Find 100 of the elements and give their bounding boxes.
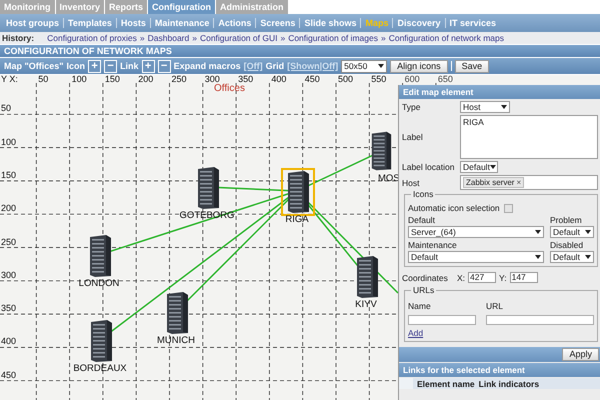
history-label: History: bbox=[2, 33, 34, 43]
grid-size-select[interactable]: 50x50 bbox=[341, 60, 388, 72]
node-label: KIYV bbox=[354, 299, 378, 310]
axis-tick: 400 bbox=[1, 337, 16, 346]
axis-tick: 500 bbox=[338, 75, 354, 84]
add-link[interactable]: Add bbox=[408, 328, 424, 338]
field-label: Disabled bbox=[550, 240, 584, 250]
label-text-area[interactable]: RIGA bbox=[460, 115, 598, 159]
axis-tick: 350 bbox=[238, 75, 254, 84]
axis-tick: 350 bbox=[1, 304, 16, 314]
map-title: Offices bbox=[214, 83, 245, 94]
caret-icon bbox=[585, 255, 591, 259]
axis-tick: 300 bbox=[1, 270, 16, 280]
breadcrumb-separator: » bbox=[140, 33, 145, 43]
icon-dropdown[interactable]: Default bbox=[550, 226, 594, 238]
fieldset-legend: URLs bbox=[411, 285, 436, 295]
caret-icon bbox=[585, 230, 591, 234]
x-coordinate-field[interactable]: 427 bbox=[468, 272, 496, 283]
axis-tick: 100 bbox=[1, 138, 16, 147]
remove-icon[interactable]: × bbox=[516, 178, 522, 187]
url-field[interactable] bbox=[486, 315, 594, 325]
column-header: Element name bbox=[417, 378, 475, 388]
caret-icon bbox=[535, 230, 541, 234]
field-label: Coordinates bbox=[402, 272, 449, 282]
axis-tick: 450 bbox=[1, 370, 16, 380]
add-button[interactable]: + bbox=[142, 60, 155, 72]
axis-tick: 250 bbox=[172, 75, 187, 84]
align-icons-button[interactable]: Align icons bbox=[390, 60, 448, 72]
server-icon[interactable] bbox=[165, 292, 189, 334]
caret-icon bbox=[501, 105, 507, 109]
axis-tick: 650 bbox=[438, 75, 453, 84]
field-label: Host bbox=[402, 178, 420, 188]
toolbar-label: Expand macros bbox=[174, 61, 241, 71]
icon-dropdown[interactable]: Default bbox=[550, 251, 594, 263]
breadcrumb-link[interactable]: Configuration of GUI bbox=[200, 33, 278, 43]
toolbar-label: Link bbox=[120, 61, 139, 71]
axis-tick: 100 bbox=[72, 75, 87, 84]
breadcrumb-separator: » bbox=[192, 33, 197, 43]
server-icon[interactable] bbox=[89, 320, 113, 362]
section-title: Links for the selected element bbox=[399, 363, 600, 377]
field-label: Label bbox=[402, 132, 424, 142]
axis-tick: 600 bbox=[404, 75, 420, 84]
toolbar-label: Icon bbox=[66, 61, 86, 71]
axis-tick: 400 bbox=[271, 75, 286, 84]
node-label: LONDON bbox=[78, 278, 120, 289]
breadcrumb-link[interactable]: Configuration of network maps bbox=[388, 33, 504, 43]
toolbar-label: Grid bbox=[266, 61, 284, 71]
server-icon[interactable] bbox=[196, 167, 220, 209]
type-dropdown[interactable]: Host bbox=[460, 101, 510, 113]
field-label: X: bbox=[457, 272, 466, 282]
server-icon[interactable] bbox=[370, 130, 392, 172]
server-icon[interactable] bbox=[355, 256, 379, 298]
host-field[interactable]: Zabbix server × bbox=[460, 175, 598, 190]
automatic-icon-checkbox[interactable] bbox=[504, 204, 513, 212]
field-label: Y: bbox=[499, 272, 507, 282]
caret-icon bbox=[378, 64, 384, 68]
node-label: MUNICH bbox=[156, 335, 196, 346]
page-title: CONFIGURATION OF NETWORK MAPS bbox=[0, 45, 600, 57]
fieldset-legend: Icons bbox=[411, 189, 436, 199]
field-label: Type bbox=[402, 102, 422, 112]
column-header: Name bbox=[408, 301, 432, 311]
label-location-dropdown[interactable]: Default bbox=[460, 161, 498, 173]
save-button[interactable]: Save bbox=[454, 60, 490, 72]
caret-icon bbox=[535, 255, 541, 259]
host-tag: Zabbix server × bbox=[463, 177, 524, 188]
axis-tick: 450 bbox=[304, 75, 320, 84]
apply-button[interactable]: Apply bbox=[562, 348, 599, 361]
breadcrumb-link[interactable]: Dashboard bbox=[148, 33, 190, 43]
y-coordinate-field[interactable]: 147 bbox=[510, 272, 538, 283]
icon-dropdown[interactable]: Server_(64) bbox=[408, 226, 544, 238]
axis-tick: 150 bbox=[1, 170, 16, 180]
axis-tick: 50 bbox=[1, 104, 12, 114]
server-icon[interactable] bbox=[88, 235, 112, 277]
breadcrumb-separator: » bbox=[380, 33, 386, 43]
node-label: BORDEAUX bbox=[72, 363, 128, 374]
field-label: Label location bbox=[402, 162, 456, 172]
axis-label: Y X: bbox=[1, 75, 18, 84]
map-name: Map "Offices" bbox=[4, 61, 64, 71]
field-label: Maintenance bbox=[408, 240, 458, 250]
axis-tick: 300 bbox=[204, 75, 220, 84]
breadcrumb-link[interactable]: Configuration of images bbox=[288, 33, 378, 43]
column-header: Link indicators bbox=[478, 378, 540, 388]
field-label: Default bbox=[408, 215, 436, 225]
axis-tick: 50 bbox=[38, 75, 48, 84]
icon-dropdown[interactable]: Default bbox=[408, 251, 544, 263]
axis-tick: 550 bbox=[371, 75, 386, 84]
column-header: URL bbox=[486, 301, 504, 311]
field-label: Problem bbox=[550, 215, 583, 225]
axis-tick: 150 bbox=[104, 75, 120, 84]
axis-tick: 200 bbox=[1, 204, 16, 214]
remove-button[interactable]: − bbox=[158, 60, 171, 72]
remove-button[interactable]: − bbox=[104, 60, 118, 72]
url-name-field[interactable] bbox=[408, 315, 476, 325]
axis-tick: 200 bbox=[138, 75, 154, 84]
add-button[interactable]: + bbox=[88, 60, 102, 72]
caret-icon bbox=[490, 165, 496, 169]
node-label: RIGA bbox=[284, 214, 310, 225]
server-icon[interactable] bbox=[286, 171, 310, 213]
breadcrumb-link[interactable]: Configuration of proxies bbox=[47, 33, 137, 43]
checkbox-label: Automatic icon selection bbox=[408, 203, 500, 213]
